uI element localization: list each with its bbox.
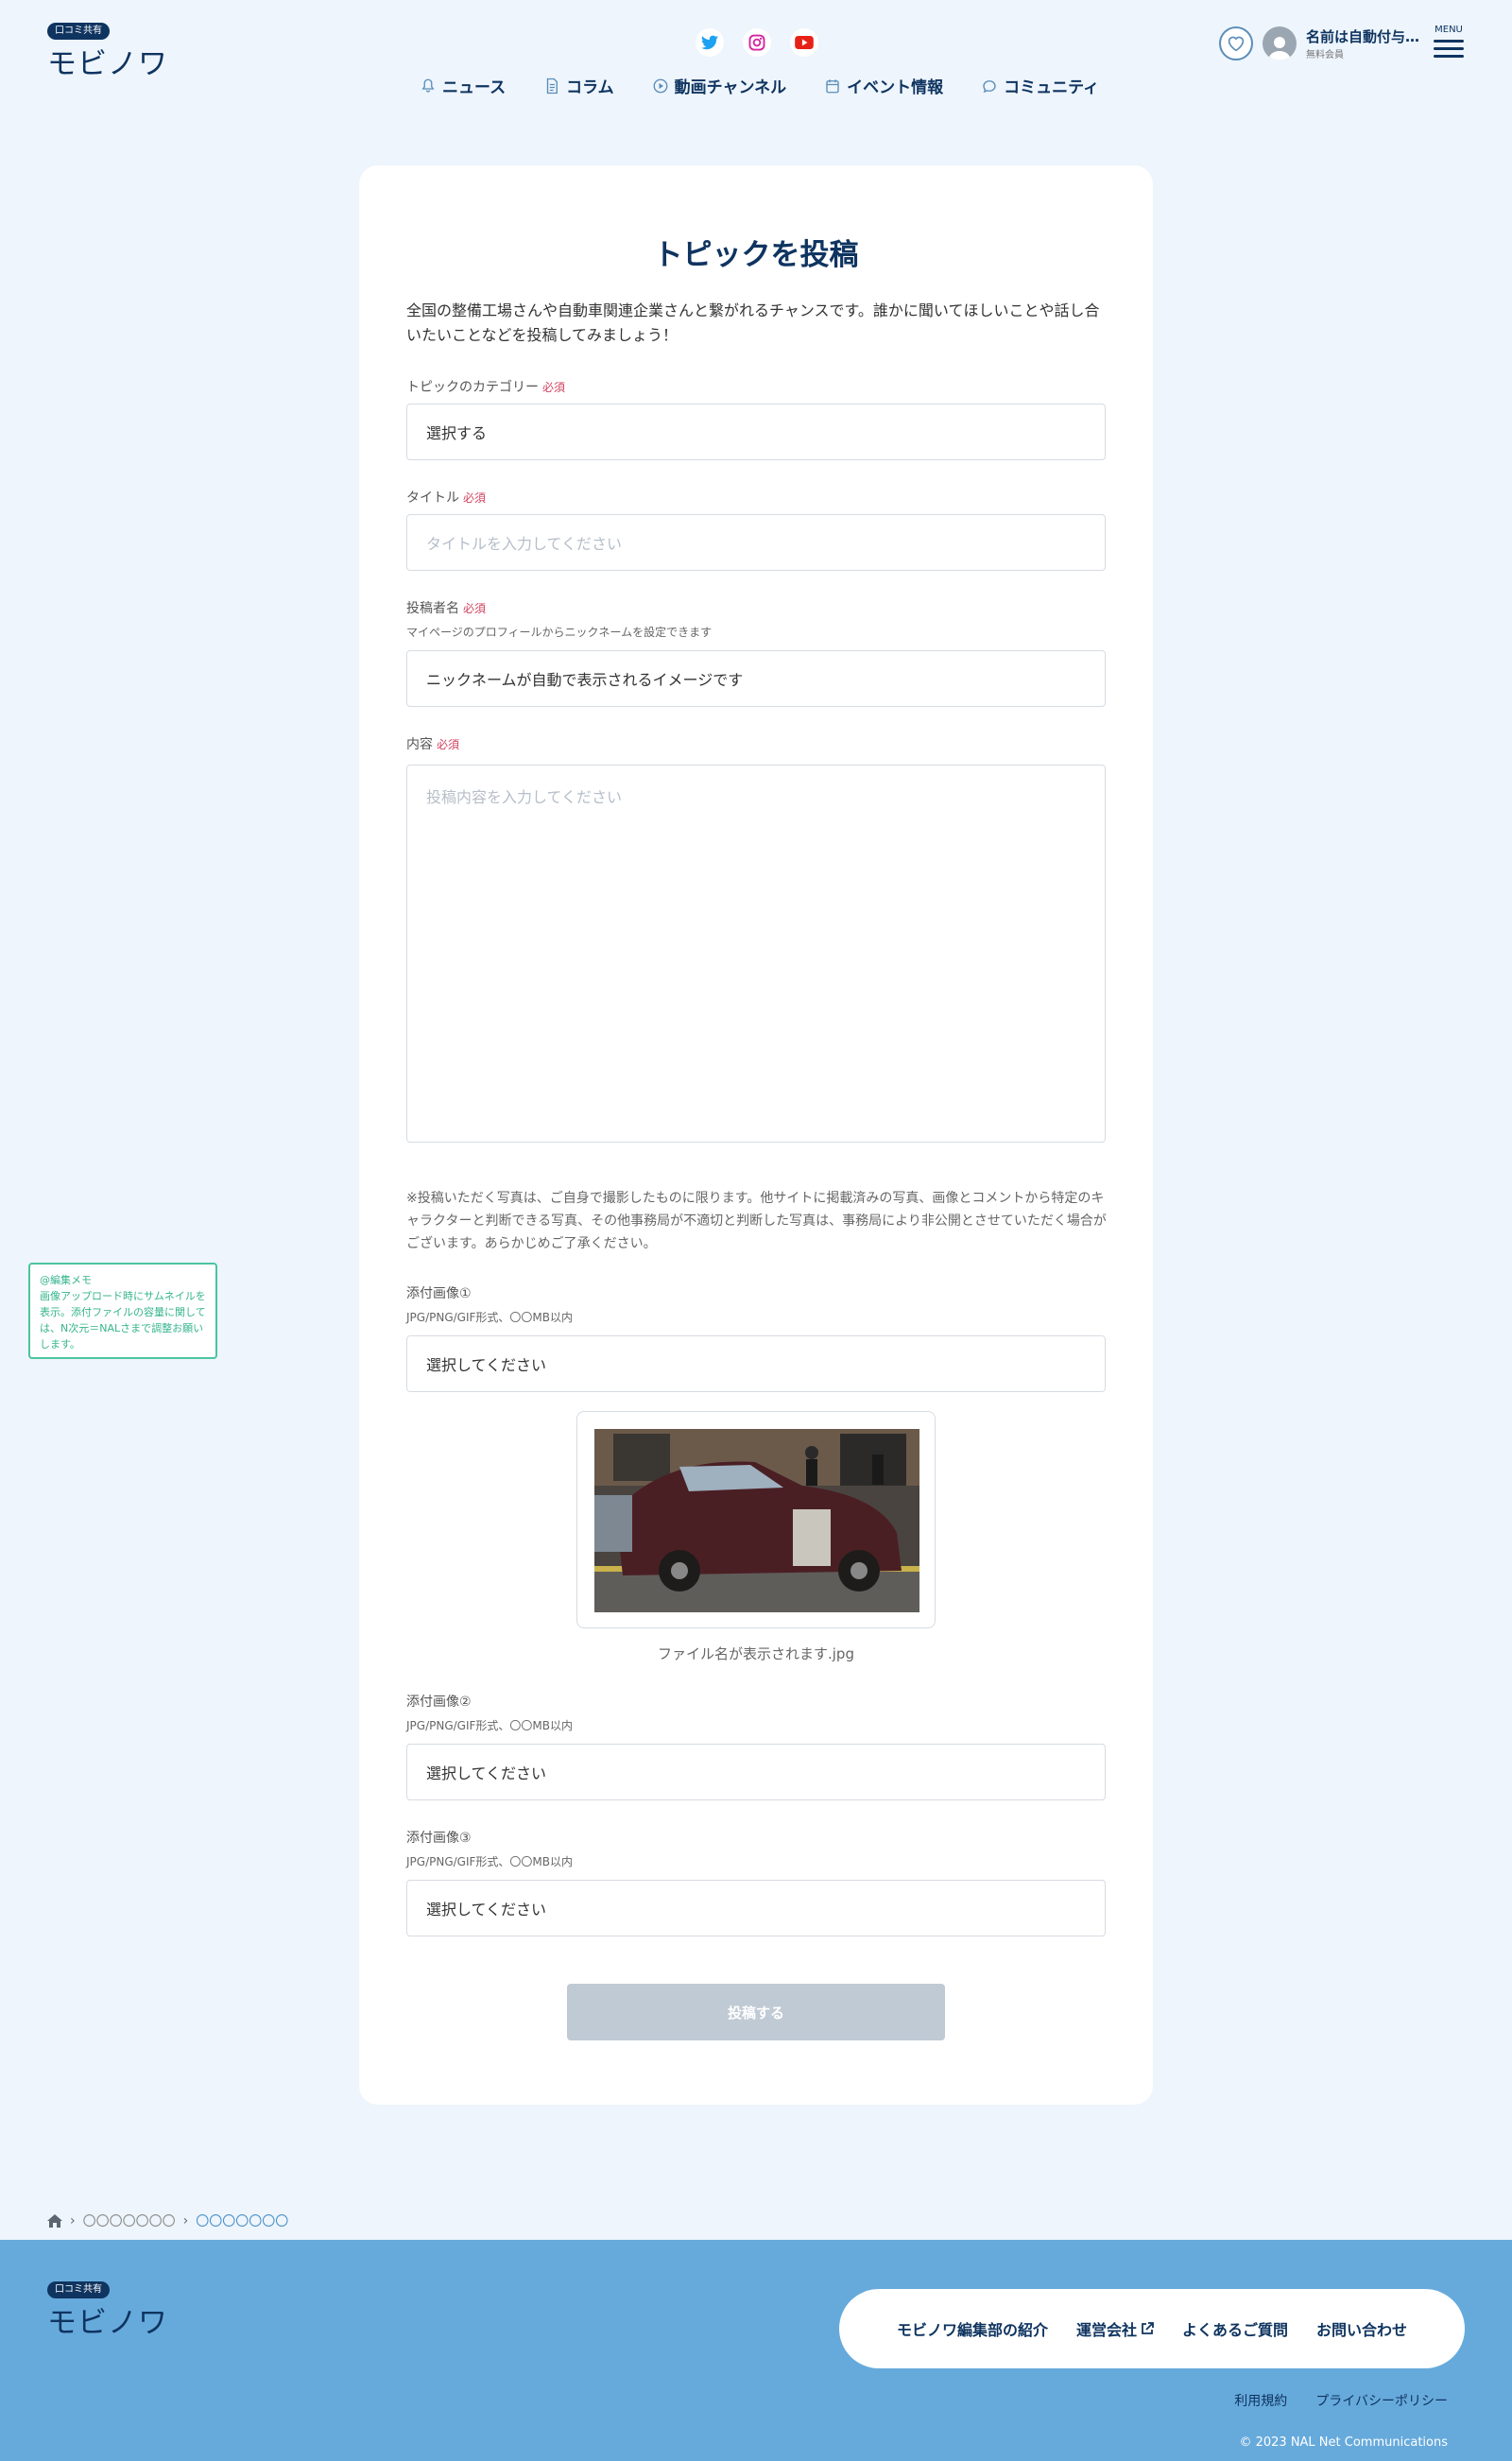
required-mark: 必須 [463,602,487,615]
hamburger-icon [1432,40,1466,58]
footer-link-faq[interactable]: よくあるご質問 [1182,2317,1288,2340]
image2-label: 添付画像② [406,1695,472,1710]
nav-label: ニュース [442,78,507,97]
submit-button[interactable]: 投稿する [567,1984,945,2040]
category-select[interactable]: 選択する [406,404,1106,460]
required-mark: 必須 [437,738,460,751]
image2-select-text: 選択してください [426,1764,547,1782]
logo-badge: 口コミ共有 [47,2281,110,2298]
nav-label: コミュニティ [1004,78,1100,97]
footer-link-contact[interactable]: お問い合わせ [1316,2317,1407,2340]
image2-note: JPG/PNG/GIF形式、〇〇MB以内 [406,1719,573,1732]
footer-logo[interactable]: 口コミ共有 モビノワ [47,2278,168,2341]
image1-select-text: 選択してください [426,1356,547,1374]
image1-note: JPG/PNG/GIF形式、〇〇MB以内 [406,1311,573,1324]
file-name: ファイル名が表示されます.jpg [658,1645,854,1662]
footer-link-company[interactable]: 運営会社 [1076,2317,1154,2340]
menu-label: MENU [1435,25,1463,35]
image3-label: 添付画像③ [406,1831,472,1846]
category-value: 選択する [426,424,488,442]
category-label-text: トピックのカテゴリー [406,380,539,395]
author-label: 投稿者名 必須 [406,598,486,617]
site-footer: 口コミ共有 モビノワ モビノワ編集部の紹介 運営会社 よくあるご質問 お問い合わ… [0,2240,1512,2461]
user-area: 名前は自動付与… 無料会員 [1219,26,1421,60]
image2-select[interactable]: 選択してください [406,1744,1106,1800]
title-label-text: タイトル [406,490,459,506]
home-icon[interactable] [47,2214,62,2228]
required-mark: 必須 [463,491,487,505]
bell-icon [421,78,435,93]
favorites-button[interactable] [1219,26,1253,60]
user-rank: 無料会員 [1306,50,1344,60]
image3-select[interactable]: 選択してください [406,1880,1106,1936]
user-icon [1268,37,1291,60]
category-label: トピックのカテゴリー 必須 [406,377,565,396]
global-nav: ニュース コラム 動画チャンネル イベント情報 コミュニティ [420,74,1099,97]
heart-icon [1228,36,1245,52]
required-mark: 必須 [542,381,566,394]
twitter-icon[interactable] [696,28,724,57]
logo-text: モビノワ [47,47,168,81]
breadcrumb: › 〇〇〇〇〇〇〇 › 〇〇〇〇〇〇〇 [47,2211,288,2230]
copyright: © 2023 NAL Net Communications [1239,2435,1448,2450]
footer-link-terms[interactable]: 利用規約 [1234,2391,1287,2410]
chevron-right-icon: › [70,2213,76,2229]
avatar[interactable] [1263,26,1297,60]
external-link-icon [1142,2322,1154,2334]
photo-notice: ※投稿いただく写真は、ご自身で撮影したものに限ります。他サイトに掲載済みの写真、… [406,1191,1107,1251]
content-placeholder: 投稿内容を入力してください [426,788,623,806]
content-label-text: 内容 [406,737,433,752]
image1-select[interactable]: 選択してください [406,1335,1106,1392]
memo-body: 画像アップロード時にサムネイルを表示。添付ファイルの容量に関しては、N次元＝NA… [40,1290,206,1351]
preview-thumbnail [594,1429,919,1612]
nav-label: イベント情報 [847,78,944,97]
user-name: 名前は自動付与… [1306,28,1420,45]
logo-text: モビノワ [47,2306,168,2340]
footer-nav: モビノワ編集部の紹介 運営会社 よくあるご質問 お問い合わせ [839,2289,1465,2368]
site-header: 口コミ共有 モビノワ ニュース コラム 動画チャンネル イベント情報 コミュニテ… [0,0,1512,113]
nav-item-video[interactable]: 動画チャンネル [652,74,787,97]
content-label: 内容 必須 [406,734,459,753]
nav-item-event[interactable]: イベント情報 [824,74,943,97]
image3-note: JPG/PNG/GIF形式、〇〇MB以内 [406,1855,573,1868]
content-textarea[interactable]: 投稿内容を入力してください [406,765,1106,1143]
title-label: タイトル 必須 [406,488,486,507]
footer-link-editorial[interactable]: モビノワ編集部の紹介 [897,2317,1048,2340]
author-value: ニックネームが自動で表示されるイメージです [426,671,744,689]
author-field: ニックネームが自動で表示されるイメージです [406,650,1106,707]
logo-badge: 口コミ共有 [47,23,110,40]
form-lead: 全国の整備工場さんや自動車関連企業さんと繋がれるチャンスです。誰かに聞いてほしい… [406,301,1100,344]
play-icon [653,78,668,93]
document-icon [546,77,558,94]
social-links [696,28,818,57]
nav-label: 動画チャンネル [674,78,787,97]
instagram-icon[interactable] [743,28,771,57]
nav-item-column[interactable]: コラム [543,74,614,97]
author-label-text: 投稿者名 [406,601,459,616]
title-placeholder: タイトルを入力してください [426,535,623,553]
memo-title: @編集メモ [40,1274,92,1286]
breadcrumb-current: 〇〇〇〇〇〇〇 [196,2214,289,2229]
chevron-right-icon: › [182,2213,189,2229]
youtube-icon[interactable] [790,28,818,57]
user-info[interactable]: 名前は自動付与… 無料会員 [1306,26,1421,60]
author-note: マイページのプロフィールからニックネームを設定できます [406,626,713,639]
footer-link-privacy[interactable]: プライバシーポリシー [1315,2391,1448,2410]
image-preview [576,1411,936,1628]
image3-select-text: 選択してください [426,1901,547,1919]
nav-item-community[interactable]: コミュニティ [981,74,1099,97]
menu-button[interactable]: MENU [1432,25,1466,58]
footer-sub-links: 利用規約 プライバシーポリシー [1234,2391,1448,2410]
title-input[interactable]: タイトルを入力してください [406,514,1106,571]
page-title: トピックを投稿 [653,238,859,272]
calendar-icon [826,78,839,93]
image1-label: 添付画像① [406,1286,472,1301]
nav-item-news[interactable]: ニュース [420,74,506,97]
community-icon [983,79,996,93]
site-logo[interactable]: 口コミ共有 モビノワ [47,19,168,82]
footer-link-company-label: 運営会社 [1075,2321,1137,2339]
breadcrumb-item[interactable]: 〇〇〇〇〇〇〇 [83,2211,176,2230]
editor-memo: @編集メモ 画像アップロード時にサムネイルを表示。添付ファイルの容量に関しては、… [28,1263,217,1359]
nav-label: コラム [566,78,614,97]
